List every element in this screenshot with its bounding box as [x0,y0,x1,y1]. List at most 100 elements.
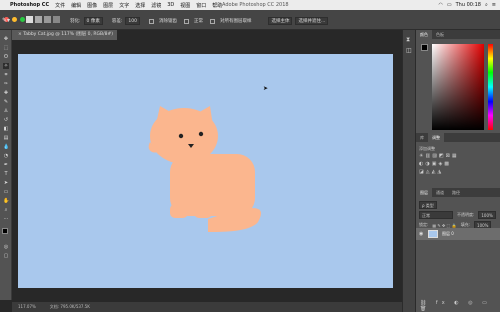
subtract-selection-icon[interactable] [44,16,51,23]
contiguous-label: 正常 [193,19,203,24]
zoom-level[interactable]: 117.07% [18,302,36,312]
color-picker-field[interactable] [432,44,484,130]
intersect-selection-icon[interactable] [53,16,60,23]
select-and-mask-button[interactable]: 选择并遮住... [295,17,329,25]
wand-tool-preset-icon[interactable]: ✎▾ [2,17,10,24]
clock[interactable]: Thu 00:18 [456,2,481,8]
brush-tool-icon[interactable]: ✎ [3,99,9,105]
layer-kind-filter[interactable]: ρ 类型 [419,201,437,209]
app-menu[interactable]: Photoshop CC [10,2,49,8]
search-icon[interactable]: ⌕ [485,2,488,8]
tab-layers[interactable]: 图层 [416,188,432,197]
properties-panel-icon[interactable]: ◫ [406,47,412,54]
sample-all-layers-checkbox[interactable] [209,18,215,24]
history-brush-tool-icon[interactable]: ↺ [3,117,9,123]
menu-help[interactable]: 帮助 [212,2,222,9]
opacity-input[interactable]: 100% [478,211,496,219]
magic-wand-tool-icon[interactable]: ✧ [3,63,9,69]
gradient-tool-icon[interactable]: ▤ [3,135,9,141]
tab-paths[interactable]: 路径 [448,188,464,197]
status-bar: 117.07% 文档: 795.0K/537.5K [12,302,402,312]
layer-kind-select[interactable]: ρ 类型 [419,201,437,209]
history-panel-icon[interactable]: ⧗ [406,36,410,44]
menu-window[interactable]: 窗口 [196,2,206,9]
rectangle-tool-icon[interactable]: ▭ [3,189,9,195]
tab-adjustments[interactable]: 调整 [428,133,444,142]
tab-color[interactable]: 颜色 [416,30,432,39]
clone-stamp-tool-icon[interactable]: ♙ [3,108,9,114]
tab-swatches[interactable]: 色板 [432,30,448,39]
path-selection-tool-icon[interactable]: ➤ [3,180,9,186]
document-tab-label: Tabby Cat.jpg @ 117% (图层 0, RGB/8#) [23,32,114,37]
menu-list-icon[interactable]: ≡ [492,2,496,8]
mouse-cursor-icon: ➤ [263,85,269,92]
opacity-label: 不透明度: [457,212,475,217]
cat-front-paw-right [194,204,212,218]
menu-view[interactable]: 视图 [180,2,190,9]
adjustment-icons-row-2[interactable]: ◐◑▣◈▩ [419,161,451,167]
sample-size-label: 羽化: [70,19,81,24]
adjustment-icons-row-3[interactable]: ◪◬◭◮ [419,169,443,175]
document-tab[interactable]: × Tabby Cat.jpg @ 117% (图层 0, RGB/8#) [12,30,117,40]
cat-illustration [148,106,261,232]
healing-brush-tool-icon[interactable]: ✚ [3,90,9,96]
wifi-icon[interactable]: ◠ [438,2,442,8]
color-panel-tabs: 颜色 色板 [416,30,500,39]
menu-file[interactable]: 文件 [55,2,65,9]
add-selection-icon[interactable] [35,16,42,23]
quick-mask-icon[interactable]: ◎ [3,244,9,250]
move-tool-icon[interactable]: ✥ [3,36,9,42]
crop-tool-icon[interactable]: ⌗ [3,72,9,78]
new-selection-icon[interactable] [26,16,33,23]
antialias-checkbox[interactable] [148,18,154,24]
cat-front-paw-left [170,204,188,218]
tools-panel: ✥ ⬚ ʘ ✧ ⌗ ✑ ✚ ✎ ♙ ↺ ◧ ▤ 💧 ◔ ✒ T ➤ ▭ ✋ ⌕ … [0,30,12,300]
lock-icons[interactable]: ▦ ✎ ✥ ⬚ 🔒 [432,223,456,228]
menu-image[interactable]: 图像 [87,2,97,9]
screen-mode-icon[interactable]: ▢ [3,253,9,259]
layers-panel-tabs: 图层 通道 路径 [416,188,500,197]
sample-size-select[interactable]: 0 像素 [83,17,103,25]
selection-mode-group [26,16,60,23]
zoom-tool-icon[interactable]: ⌕ [3,207,9,213]
type-tool-icon[interactable]: T [3,171,9,177]
blend-mode-select[interactable]: 正常 [419,211,453,219]
dodge-tool-icon[interactable]: ◔ [3,153,9,159]
layer-visibility-eye-icon[interactable]: ◉ [419,231,423,237]
menu-edit[interactable]: 编辑 [71,2,81,9]
battery-icon[interactable]: ▭ [447,2,452,8]
tab-libraries[interactable]: 库 [416,133,428,142]
layers-footer-icons[interactable]: ⛓ fx ◐ ◎ ▭ 🗑 [420,300,500,312]
select-subject-button[interactable]: 选择主体 [268,17,293,25]
pen-tool-icon[interactable]: ✒ [3,162,9,168]
minimize-window-button[interactable] [12,17,17,22]
sample-all-layers-label: 对所有图层取样 [219,19,252,24]
menu-layer[interactable]: 图层 [103,2,113,9]
menu-type[interactable]: 文字 [119,2,129,9]
foreground-color-swatch-panel[interactable] [421,44,428,51]
eyedropper-tool-icon[interactable]: ✑ [3,81,9,87]
lasso-tool-icon[interactable]: ʘ [3,54,9,60]
layer-name[interactable]: 图层 0 [442,231,454,237]
tab-channels[interactable]: 通道 [432,188,448,197]
blur-tool-icon[interactable]: 💧 [3,144,9,150]
menu-3d[interactable]: 3D [167,2,174,8]
foreground-color-swatch[interactable] [2,228,8,234]
menu-filter[interactable]: 滤镜 [151,2,161,9]
layer-thumbnail [428,230,438,238]
zoom-window-button[interactable] [20,17,25,22]
marquee-tool-icon[interactable]: ⬚ [3,45,9,51]
menu-bar: Photoshop CC 文件 编辑 图像 图层 文字 选择 滤镜 3D 视图 … [0,0,500,10]
edit-toolbar-icon[interactable]: ⋯ [3,216,9,222]
eraser-tool-icon[interactable]: ◧ [3,126,9,132]
hue-slider[interactable] [488,44,493,130]
hand-tool-icon[interactable]: ✋ [3,198,9,204]
document-info[interactable]: 文档: 795.0K/537.5K [50,302,90,312]
adjustment-icons-row-1[interactable]: ☀▥▨◩⊠▦ [419,153,459,159]
menu-select[interactable]: 选择 [135,2,145,9]
tolerance-input[interactable]: 100 [125,17,140,25]
document-canvas[interactable] [18,54,393,288]
cat-eye-right [198,131,204,137]
layer-row[interactable]: ◉ 图层 0 [416,228,500,240]
contiguous-checkbox[interactable] [183,18,189,24]
